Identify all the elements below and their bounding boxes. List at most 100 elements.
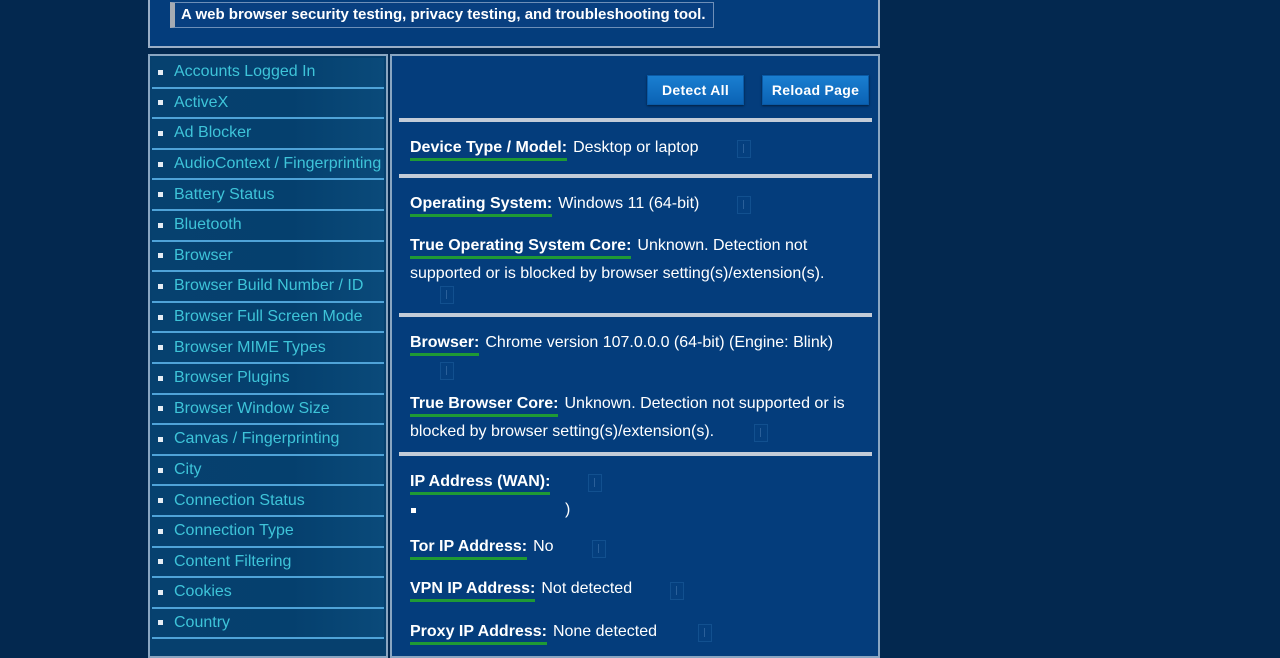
info-icon[interactable] — [440, 286, 454, 304]
info-icon[interactable] — [754, 424, 768, 442]
bullet-icon — [158, 314, 163, 320]
true-browser-row: True Browser Core: Unknown. Detection not… — [410, 390, 860, 446]
bullet-icon — [158, 406, 163, 412]
tor-ip-label: Tor IP Address: — [410, 537, 528, 560]
bullet-icon — [158, 375, 163, 381]
sidebar-item-label[interactable]: Browser Plugins — [174, 369, 290, 387]
sidebar-item-label[interactable]: Canvas / Fingerprinting — [174, 430, 339, 448]
bullet-icon — [158, 69, 163, 75]
browser-label: Browser: — [410, 333, 480, 356]
device-type-row: Device Type / Model: Desktop or laptop — [410, 134, 698, 162]
os-value: Windows 11 (64-bit) — [558, 195, 700, 212]
sidebar-item[interactable]: Accounts Logged In — [152, 58, 384, 89]
sidebar-item[interactable]: Browser Window Size — [152, 394, 384, 426]
results-panel: Detect All Reload Page Device Type / Mod… — [390, 54, 880, 658]
sidebar-nav: Accounts Logged In ActiveX Ad Blocker Audio… — [148, 54, 388, 658]
info-icon[interactable] — [737, 196, 751, 214]
sidebar-item-label[interactable]: City — [174, 461, 202, 479]
section-divider — [399, 313, 872, 317]
sidebar-item[interactable]: Ad Blocker — [152, 119, 384, 150]
sidebar-item-label[interactable]: Browser Window Size — [174, 400, 330, 418]
tor-ip-value: No — [533, 538, 554, 555]
bullet-icon — [158, 620, 163, 626]
sidebar-item-label[interactable]: Connection Status — [174, 492, 305, 510]
os-label: Operating System: — [410, 194, 553, 217]
info-icon[interactable] — [670, 582, 684, 600]
sidebar-item[interactable]: Battery Status — [152, 180, 384, 211]
bullet-icon — [158, 467, 163, 473]
bullet-icon — [158, 130, 163, 136]
sidebar-item[interactable]: Browser Full Screen Mode — [152, 302, 384, 334]
sidebar-item-label[interactable]: Bluetooth — [174, 216, 242, 234]
bullet-icon — [158, 498, 163, 504]
bullet-icon — [158, 100, 163, 106]
bullet-icon — [158, 253, 163, 259]
bullet-icon — [158, 528, 163, 534]
sidebar-item-label[interactable]: ActiveX — [174, 94, 228, 112]
bullet-icon — [158, 161, 163, 167]
vpn-ip-label: VPN IP Address: — [410, 579, 536, 602]
sidebar-item[interactable]: Canvas / Fingerprinting — [152, 425, 384, 456]
sidebar-item-label[interactable]: Browser MIME Types — [174, 339, 326, 357]
proxy-ip-label: Proxy IP Address: — [410, 622, 547, 645]
os-row: Operating System: Windows 11 (64-bit) — [410, 190, 699, 218]
sidebar-item[interactable]: ActiveX — [152, 88, 384, 120]
sidebar-item[interactable]: Browser MIME Types — [152, 333, 384, 364]
sidebar-item[interactable]: AudioContext / Fingerprinting — [152, 149, 384, 181]
info-icon[interactable] — [737, 140, 751, 158]
true-os-label: True Operating System Core: — [410, 236, 632, 259]
sidebar-item-label[interactable]: Ad Blocker — [174, 124, 251, 142]
sidebar-item[interactable]: Content Filtering — [152, 547, 384, 579]
info-icon[interactable] — [588, 474, 602, 492]
bullet-icon — [158, 436, 163, 442]
header-panel: A web browser security testing, privacy … — [148, 0, 880, 48]
sidebar-item[interactable]: Connection Status — [152, 486, 384, 517]
sidebar-item-label[interactable]: Browser Full Screen Mode — [174, 308, 363, 326]
sidebar-item-label[interactable]: Accounts Logged In — [174, 63, 315, 81]
sidebar-item-label[interactable]: Battery Status — [174, 186, 275, 204]
proxy-ip-row: Proxy IP Address: None detected — [410, 618, 657, 646]
detect-all-button[interactable]: Detect All — [647, 75, 744, 105]
browser-row: Browser: Chrome version 107.0.0.0 (64-bit… — [410, 329, 833, 357]
sidebar-item-label[interactable]: AudioContext / Fingerprinting — [174, 155, 381, 173]
bullet-icon — [158, 559, 163, 565]
sidebar-item-label[interactable]: Connection Type — [174, 522, 294, 540]
vpn-ip-row: VPN IP Address: Not detected — [410, 575, 632, 603]
section-divider — [399, 174, 872, 178]
vpn-ip-value: Not detected — [541, 580, 633, 597]
sidebar-item[interactable]: Browser Build Number / ID — [152, 272, 384, 303]
reload-page-button[interactable]: Reload Page — [762, 75, 869, 105]
true-browser-label: True Browser Core: — [410, 394, 559, 417]
ip-wan-label: IP Address (WAN): — [410, 472, 551, 495]
ip-bullet — [411, 508, 416, 513]
sidebar-item-label[interactable]: Cookies — [174, 583, 232, 601]
tor-ip-row: Tor IP Address: No — [410, 533, 554, 561]
info-icon[interactable] — [698, 624, 712, 642]
info-icon[interactable] — [440, 362, 454, 380]
ip-wan-value: ) — [565, 501, 571, 518]
sidebar-item-label[interactable]: Content Filtering — [174, 553, 291, 571]
sidebar-item[interactable]: Browser Plugins — [152, 363, 384, 395]
bullet-icon — [158, 345, 163, 351]
bullet-icon — [158, 283, 163, 289]
sidebar-item-label[interactable]: Browser Build Number / ID — [174, 277, 363, 295]
sidebar-item[interactable]: Connection Type — [152, 516, 384, 548]
bullet-icon — [158, 192, 163, 198]
sidebar-item-label[interactable]: Browser — [174, 247, 233, 265]
device-type-label: Device Type / Model: — [410, 138, 568, 161]
ip-wan-row: IP Address (WAN): — [410, 468, 556, 496]
sidebar-item[interactable]: Browser — [152, 241, 384, 273]
section-divider — [399, 452, 872, 456]
device-type-value: Desktop or laptop — [573, 139, 699, 156]
sidebar-item[interactable]: City — [152, 455, 384, 487]
browser-value: Chrome version 107.0.0.0 (64-bit) (Engin… — [485, 334, 834, 351]
sidebar-item[interactable]: Cookies — [152, 578, 384, 609]
site-tagline: A web browser security testing, privacy … — [170, 2, 714, 28]
true-os-row: True Operating System Core: Unknown. Dete… — [410, 232, 850, 288]
bullet-icon — [158, 589, 163, 595]
section-divider — [399, 118, 872, 122]
bullet-icon — [158, 222, 163, 228]
info-icon[interactable] — [592, 540, 606, 558]
sidebar-item[interactable]: Bluetooth — [152, 210, 384, 242]
sidebar-item-label[interactable]: Country — [174, 614, 230, 632]
